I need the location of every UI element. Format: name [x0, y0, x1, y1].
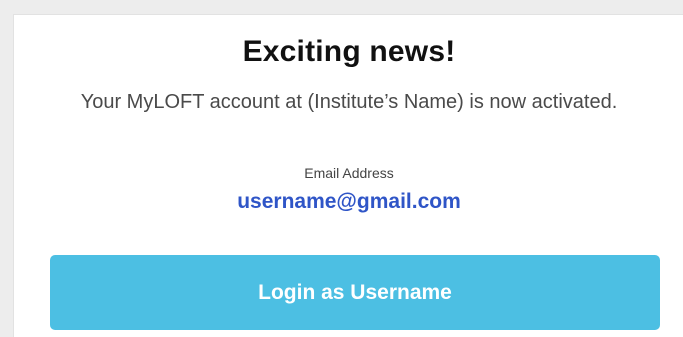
- email-address: username@gmail.com: [237, 190, 461, 213]
- headline: Exciting news!: [242, 35, 456, 68]
- page: Exciting news! Your MyLOFT account at (I…: [0, 0, 683, 337]
- activation-message: Your MyLOFT account at (Institute’s Name…: [80, 91, 618, 113]
- login-button-label: Login as Username: [258, 280, 452, 304]
- login-button[interactable]: Login as Username: [50, 255, 660, 330]
- email-label: Email Address: [304, 165, 394, 181]
- activation-card: Exciting news! Your MyLOFT account at (I…: [13, 14, 683, 337]
